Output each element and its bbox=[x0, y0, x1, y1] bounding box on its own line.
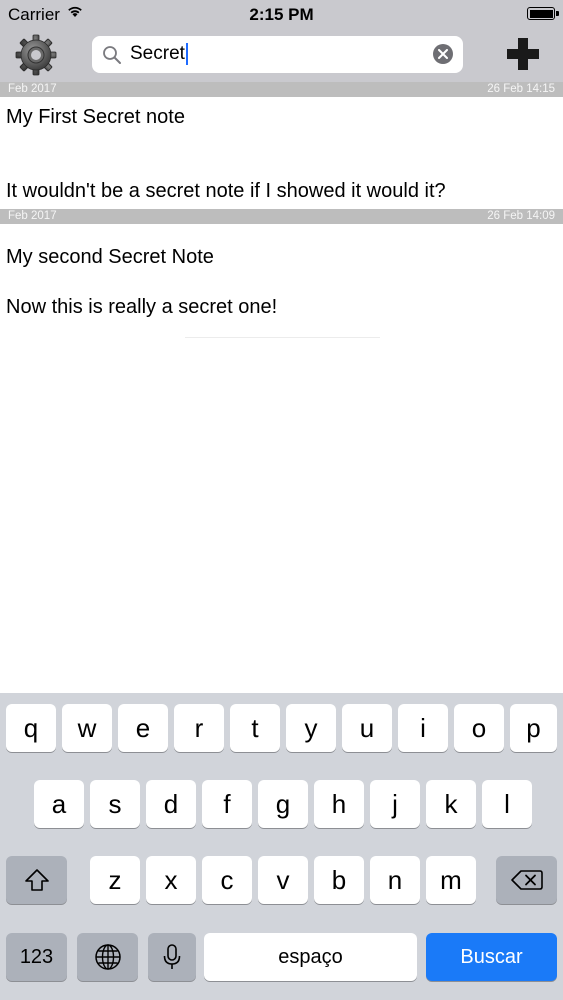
key-q[interactable]: q bbox=[6, 704, 56, 752]
key-n[interactable]: n bbox=[370, 856, 420, 904]
note-date: 26 Feb 14:15 bbox=[487, 83, 555, 95]
key-p[interactable]: p bbox=[510, 704, 557, 752]
numbers-key[interactable]: 123 bbox=[6, 933, 67, 981]
globe-icon[interactable] bbox=[77, 933, 138, 981]
key-z[interactable]: z bbox=[90, 856, 140, 904]
keyboard: q w e r t y u i o p a s d f g h j k l z … bbox=[0, 693, 563, 1000]
note-header: Feb 2017 26 Feb 14:09 bbox=[0, 209, 563, 224]
key-a[interactable]: a bbox=[34, 780, 84, 828]
status-bar: Carrier 2:15 PM bbox=[0, 0, 563, 30]
space-key[interactable]: espaço bbox=[204, 933, 417, 981]
note-date: 26 Feb 14:09 bbox=[487, 210, 555, 222]
plus-icon[interactable] bbox=[505, 36, 541, 72]
key-x[interactable]: x bbox=[146, 856, 196, 904]
key-o[interactable]: o bbox=[454, 704, 504, 752]
key-h[interactable]: h bbox=[314, 780, 364, 828]
key-k[interactable]: k bbox=[426, 780, 476, 828]
key-d[interactable]: d bbox=[146, 780, 196, 828]
key-i[interactable]: i bbox=[398, 704, 448, 752]
search-query: Secret bbox=[130, 43, 185, 64]
battery-icon bbox=[527, 7, 559, 20]
note-body[interactable]: It wouldn't be a secret note if I showed… bbox=[6, 179, 446, 203]
key-m[interactable]: m bbox=[426, 856, 476, 904]
key-b[interactable]: b bbox=[314, 856, 364, 904]
note-body[interactable]: Now this is really a secret one! bbox=[6, 295, 277, 319]
key-g[interactable]: g bbox=[258, 780, 308, 828]
note-month: Feb 2017 bbox=[8, 210, 57, 222]
key-t[interactable]: t bbox=[230, 704, 280, 752]
backspace-icon[interactable] bbox=[496, 856, 557, 904]
note-title[interactable]: My First Secret note bbox=[6, 105, 185, 129]
gear-icon[interactable] bbox=[14, 33, 58, 77]
key-y[interactable]: y bbox=[286, 704, 336, 752]
note-title[interactable]: My second Secret Note bbox=[6, 245, 214, 269]
toolbar: Secret bbox=[0, 30, 563, 82]
key-u[interactable]: u bbox=[342, 704, 392, 752]
key-s[interactable]: s bbox=[90, 780, 140, 828]
key-j[interactable]: j bbox=[370, 780, 420, 828]
search-field[interactable]: Secret bbox=[92, 36, 463, 73]
key-l[interactable]: l bbox=[482, 780, 532, 828]
shift-icon[interactable] bbox=[6, 856, 67, 904]
divider bbox=[185, 337, 380, 338]
key-w[interactable]: w bbox=[62, 704, 112, 752]
key-r[interactable]: r bbox=[174, 704, 224, 752]
key-v[interactable]: v bbox=[258, 856, 308, 904]
search-icon bbox=[102, 45, 122, 70]
note-header: Feb 2017 26 Feb 14:15 bbox=[0, 82, 563, 97]
note-month: Feb 2017 bbox=[8, 83, 57, 95]
clear-icon[interactable] bbox=[433, 44, 453, 64]
text-caret bbox=[185, 43, 188, 65]
search-return-key[interactable]: Buscar bbox=[426, 933, 557, 981]
key-e[interactable]: e bbox=[118, 704, 168, 752]
status-time: 2:15 PM bbox=[249, 5, 314, 24]
mic-icon[interactable] bbox=[148, 933, 196, 981]
key-f[interactable]: f bbox=[202, 780, 252, 828]
key-c[interactable]: c bbox=[202, 856, 252, 904]
search-input[interactable]: Secret bbox=[130, 43, 188, 65]
